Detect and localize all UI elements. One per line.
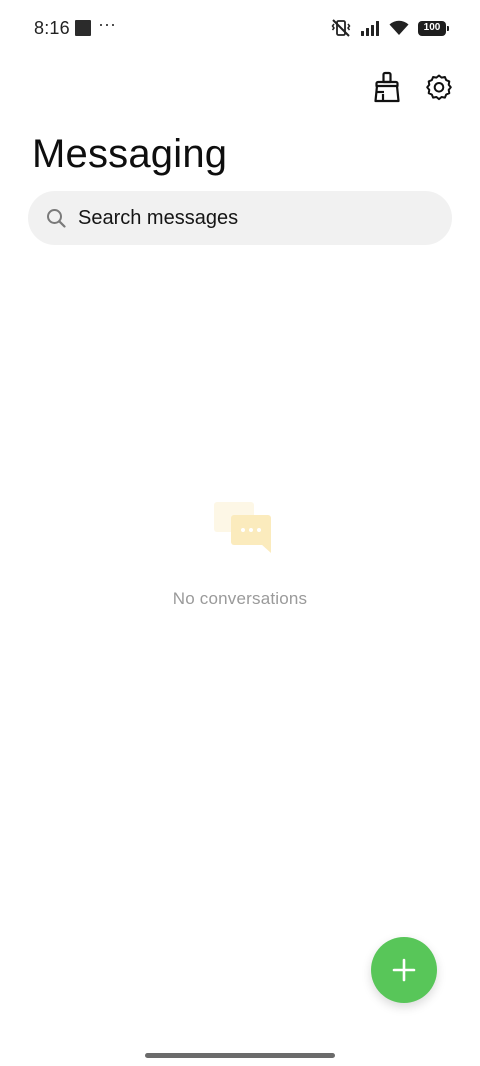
empty-state-text: No conversations (172, 589, 308, 608)
home-indicator[interactable] (145, 1053, 335, 1058)
status-bar: 8:16 ··· 100 (0, 0, 480, 56)
chat-bubbles-icon (213, 500, 273, 559)
empty-state: No conversations (0, 500, 480, 609)
notification-square-icon (75, 20, 91, 36)
plus-icon (392, 958, 416, 982)
vibrate-off-icon (330, 17, 352, 39)
status-icons: 100 (330, 16, 449, 40)
wifi-icon (388, 19, 410, 37)
toolbar (372, 70, 454, 104)
clean-button[interactable] (372, 70, 402, 104)
page-title: Messaging (32, 132, 228, 176)
settings-button[interactable] (424, 70, 454, 104)
search-input[interactable] (78, 206, 408, 230)
messaging-screen: 8:16 ··· 100 Messaging Search messages N… (0, 0, 480, 1066)
signal-icon (360, 19, 380, 37)
gear-icon (426, 74, 452, 101)
battery-level: 100 (423, 22, 441, 33)
search-bar[interactable] (28, 191, 452, 245)
broom-icon (374, 71, 400, 103)
new-message-button[interactable] (371, 937, 437, 1003)
status-time: 8:16 (34, 18, 70, 38)
more-notifications-indicator: ··· (98, 14, 116, 34)
search-icon (46, 208, 66, 228)
battery-icon: 100 (418, 20, 449, 36)
